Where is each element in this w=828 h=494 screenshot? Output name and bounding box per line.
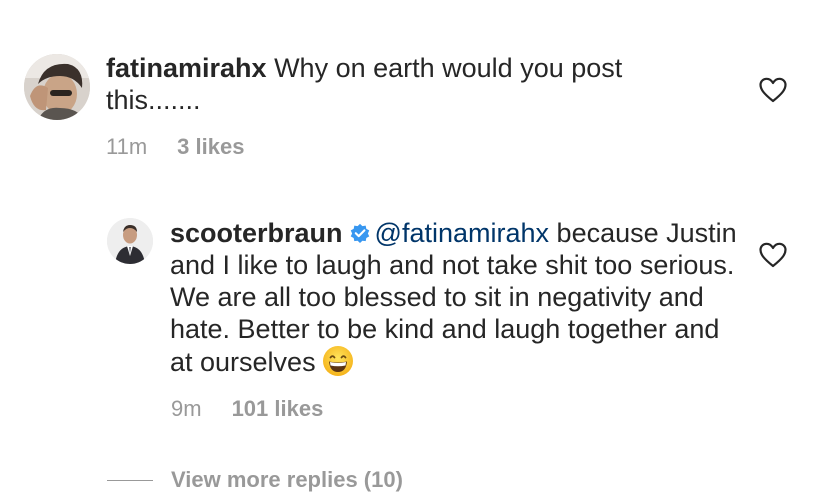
heart-icon[interactable] <box>759 77 787 103</box>
comment-time: 9m <box>171 396 202 421</box>
comment-username[interactable]: fatinamirahx <box>106 53 267 83</box>
comment-likes[interactable]: 101 likes <box>232 396 324 421</box>
heart-icon[interactable] <box>759 242 787 268</box>
comment-scooterbraun: scooterbraun @fatinamirahx because Justin… <box>170 217 740 378</box>
divider-line <box>107 479 153 481</box>
comment-username[interactable]: scooterbraun <box>170 218 343 248</box>
mention-link[interactable]: @fatinamirahx <box>375 218 549 248</box>
grinning-face-emoji-icon <box>322 346 353 376</box>
verified-badge-icon <box>350 223 369 243</box>
view-more-replies-label: View more replies (10) <box>171 467 403 492</box>
comment-likes[interactable]: 3 likes <box>177 134 244 159</box>
avatar-scooterbraun[interactable] <box>107 218 153 264</box>
comment-time: 11m <box>106 134 148 159</box>
comment-fatinamirahx: fatinamirahx Why on earth would you post… <box>106 52 706 116</box>
comment-meta: 11m 3 likes <box>106 134 244 160</box>
avatar-fatinamirahx[interactable] <box>24 54 90 120</box>
comment-meta: 9m 101 likes <box>171 396 323 422</box>
view-more-replies-button[interactable]: View more replies (10) <box>107 467 403 493</box>
